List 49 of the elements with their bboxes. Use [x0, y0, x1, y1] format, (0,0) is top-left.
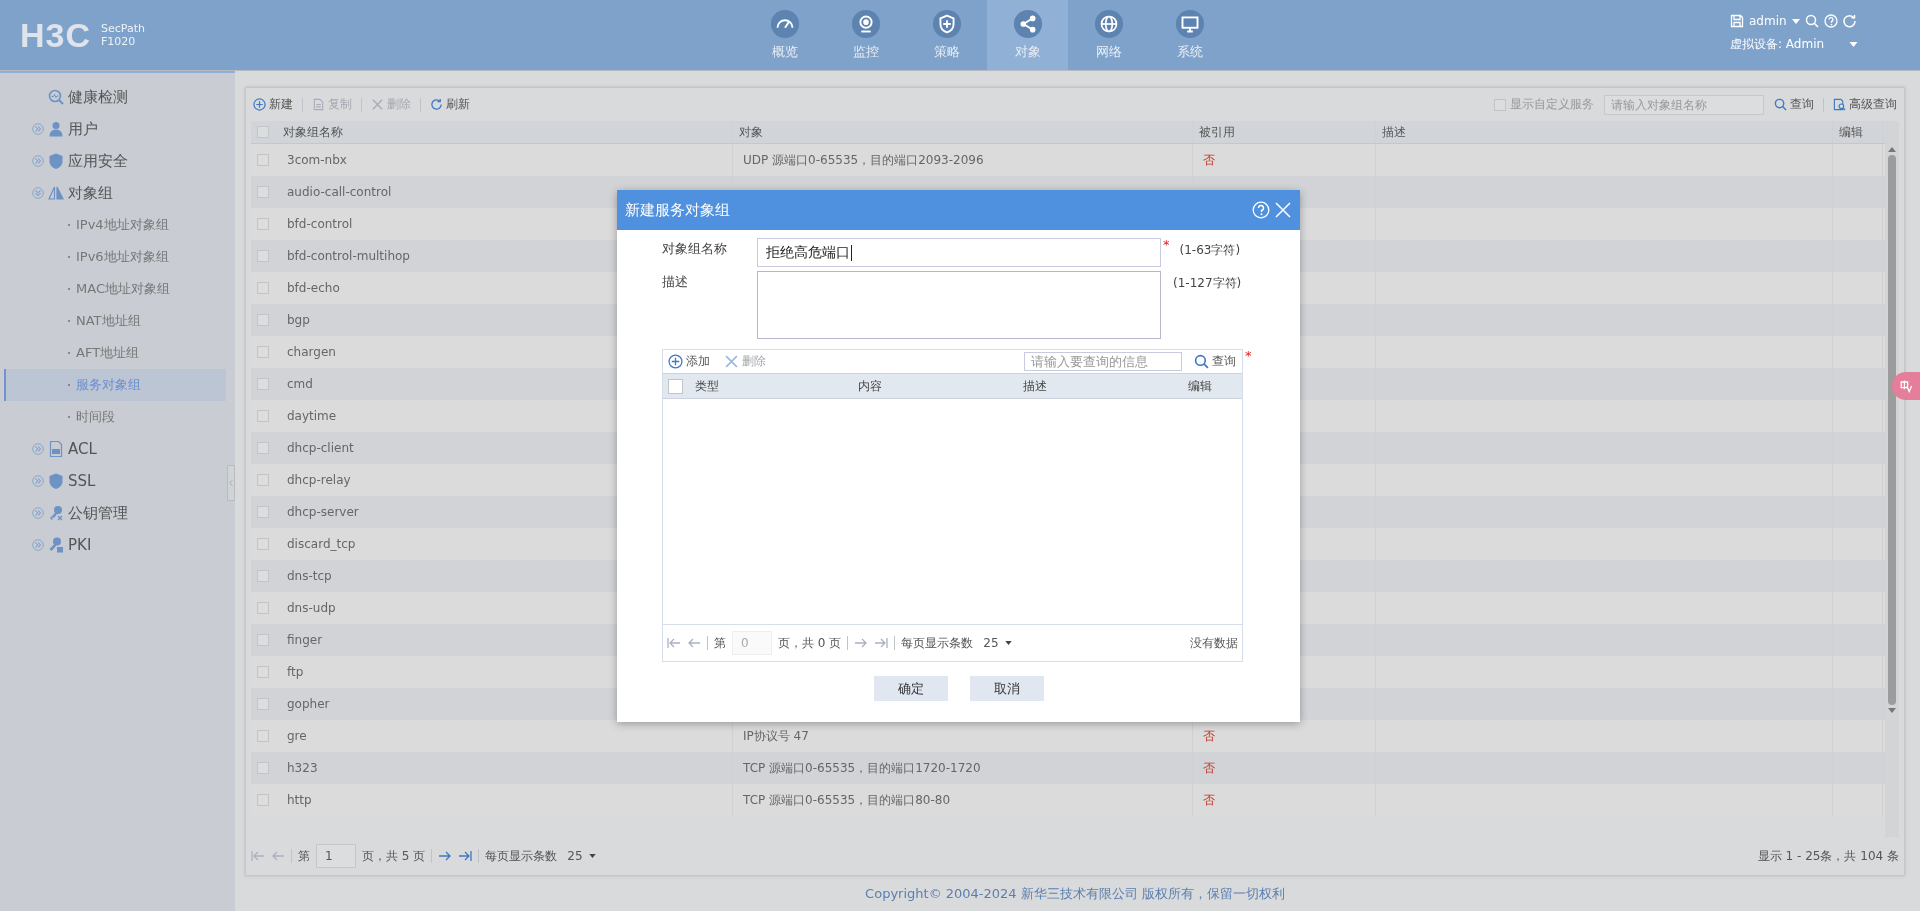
table-cell: dhcp-client — [287, 441, 354, 455]
table-cell: cmd — [287, 377, 313, 391]
copyright-text: Copyright© 2004-2024 新华三技术有限公司 版权所有，保留一切权利 — [865, 884, 1285, 903]
record-summary: 没有数据 — [1190, 634, 1238, 652]
page-label: 第 — [298, 847, 310, 865]
table-cell: finger — [287, 633, 323, 647]
table-cell: chargen — [287, 345, 336, 359]
dialog-title: 新建服务对象组 — [625, 200, 730, 220]
page-total: 页，共 5 页 — [362, 847, 426, 865]
field-label: 描述 — [662, 273, 689, 291]
required-mark: * — [1244, 349, 1253, 363]
table-cell: dhcp-relay — [287, 473, 351, 487]
table-cell: ftp — [287, 665, 304, 679]
table-cell: IP协议号 47 — [743, 727, 809, 745]
table-cell: http — [287, 793, 312, 807]
table-cell: TCP 源端口0-65535，目的端口1720-1720 — [743, 759, 981, 777]
table-cell: discard_tcp — [287, 537, 356, 551]
table-cell: 否 — [1203, 151, 1215, 169]
field-hint: (1-63字符) — [1178, 242, 1241, 259]
table-cell: 否 — [1203, 727, 1215, 745]
per-page-label: 每页显示条数 — [485, 847, 558, 865]
page-label: 第 — [714, 634, 726, 652]
table-cell: h323 — [287, 761, 318, 775]
page-total: 页，共 0 页 — [778, 634, 842, 652]
checkbox-label: 显示自定义服务 — [1510, 96, 1594, 113]
table-cell: gopher — [287, 697, 330, 711]
field-hint: (1-127字符) — [1172, 275, 1242, 292]
product-name: SecPath — [101, 22, 145, 35]
table-cell: bgp — [287, 313, 310, 327]
table-cell: 否 — [1203, 791, 1215, 809]
table-cell: audio-call-control — [287, 185, 392, 199]
table-cell: dhcp-server — [287, 505, 359, 519]
product-model: F1020 — [101, 35, 137, 48]
table-cell: UDP 源端口0-65535，目的端口2093-2096 — [743, 151, 984, 169]
table-cell: TCP 源端口0-65535，目的端口80-80 — [743, 791, 951, 809]
table-cell: bfd-control-multihop — [287, 249, 410, 263]
table-cell: dns-udp — [287, 601, 336, 615]
logo: H3C — [20, 15, 92, 55]
table-cell: daytime — [287, 409, 337, 423]
table-cell: 否 — [1203, 759, 1215, 777]
record-summary: 显示 1 - 25条，共 104 条 — [1757, 847, 1899, 865]
per-page-label: 每页显示条数 — [901, 634, 974, 652]
required-mark: * — [1162, 238, 1171, 252]
table-cell: gre — [287, 729, 307, 743]
table-cell: bfd-control — [287, 217, 353, 231]
table-cell: 3com-nbx — [287, 153, 347, 167]
table-cell: bfd-echo — [287, 281, 340, 295]
table-cell: dns-tcp — [287, 569, 332, 583]
field-label: 对象组名称 — [662, 240, 728, 258]
